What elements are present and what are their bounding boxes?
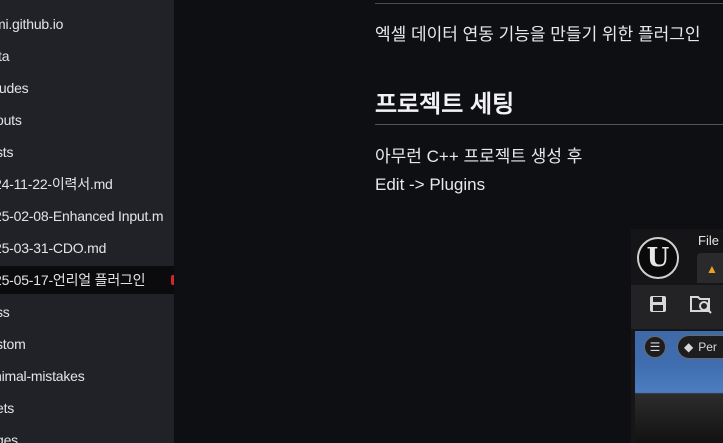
sidebar-item[interactable]: ta [0, 42, 174, 70]
perspective-cube-icon: ◆ [684, 340, 694, 354]
section-heading: 프로젝트 세팅 [375, 91, 515, 118]
ue-level-tab: ▲ [697, 253, 723, 283]
sidebar-item[interactable]: mi.github.io [0, 10, 174, 38]
sidebar-item[interactable]: ss [0, 298, 174, 326]
warning-icon: ▲ [706, 262, 718, 276]
intro-text: 엑셀 데이터 연동 기능을 만들기 위한 플러그인 [375, 25, 701, 44]
sidebar-item-active[interactable]: 25-05-17-언리얼 플러그인 [0, 266, 174, 294]
sidebar-item[interactable]: outs [0, 106, 174, 134]
sidebar-item[interactable]: ets [0, 394, 174, 422]
perspective-label: Per [698, 340, 717, 354]
sidebar-item[interactable]: 25-03-31-CDO.md [0, 234, 174, 262]
perspective-button: ◆ Per [677, 335, 723, 359]
ue-file-menu: File [698, 233, 719, 248]
unreal-logo-icon: U [637, 237, 679, 279]
divider [375, 3, 723, 4]
sidebar-item[interactable]: nimal-mistakes [0, 362, 174, 390]
file-tree-sidebar: mi.github.io ta ludes outs sts 24-11-22-… [0, 0, 174, 443]
sidebar-item[interactable]: ges [0, 426, 174, 443]
ue-viewport: ☰ ◆ Per [635, 331, 723, 443]
sidebar-item[interactable]: 24-11-22-이력서.md [0, 170, 174, 198]
paragraph: 아무런 C++ 프로젝트 생성 후 [375, 147, 583, 166]
save-icon [650, 296, 666, 312]
unreal-editor-screenshot: U File ▲ ☰ ◆ Per [631, 229, 723, 443]
sidebar-item[interactable]: ludes [0, 74, 174, 102]
content-browser-icon [690, 296, 712, 314]
sidebar-item[interactable]: stom [0, 330, 174, 358]
sidebar-item[interactable]: 25-02-08-Enhanced Input.m [0, 202, 174, 230]
markdown-preview: 엑셀 데이터 연동 기능을 만들기 위한 플러그인 프로젝트 세팅 아무런 C+… [174, 0, 723, 443]
heading-divider [375, 124, 723, 125]
paragraph: Edit -> Plugins [375, 175, 486, 194]
hamburger-menu-icon: ☰ [644, 336, 666, 358]
sidebar-item[interactable]: sts [0, 138, 174, 166]
